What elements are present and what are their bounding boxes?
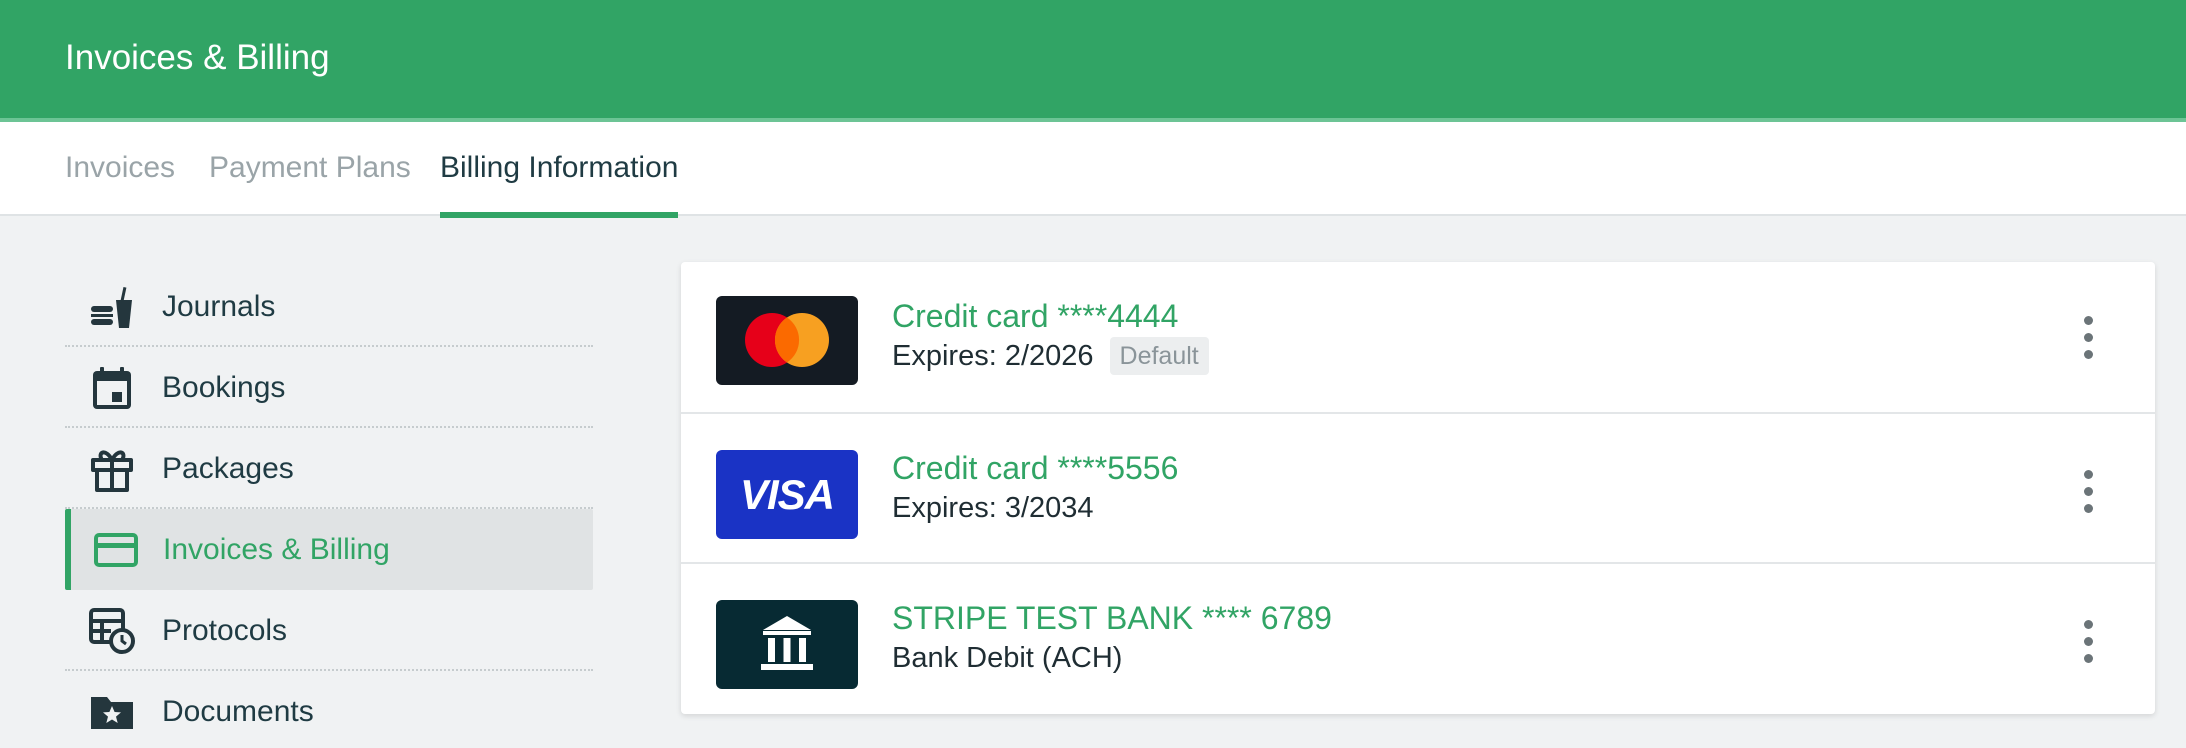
table-clock-icon <box>89 608 135 654</box>
folder-star-icon <box>91 697 133 729</box>
page-title: Invoices & Billing <box>65 38 330 77</box>
food-drink-icon <box>91 286 132 328</box>
sidebar-nav: Journals Bookings Packages Invoices & Bi… <box>65 266 593 748</box>
tab-billing-information[interactable]: Billing Information <box>440 148 679 218</box>
sidebar-item-label: Protocols <box>162 614 288 647</box>
gift-icon <box>91 450 133 492</box>
more-options-icon[interactable] <box>2076 470 2100 514</box>
more-options-icon[interactable] <box>2076 316 2100 360</box>
sidebar-item-label: Packages <box>162 452 294 485</box>
tab-payment-plans[interactable]: Payment Plans <box>209 148 411 188</box>
payment-method-detail: Expires: 2/2026 Default <box>892 337 1209 375</box>
sidebar-item-journals[interactable]: Journals <box>65 266 593 347</box>
sidebar-item-documents[interactable]: Documents <box>65 671 593 748</box>
payment-method-name[interactable]: Credit card ****4444 <box>892 296 1178 336</box>
mastercard-logo <box>716 296 858 385</box>
payment-methods-list: Credit card ****4444 Expires: 2/2026 Defa… <box>681 262 2155 714</box>
sidebar-item-packages[interactable]: Packages <box>65 428 593 509</box>
sidebar-item-invoices-billing[interactable]: Invoices & Billing <box>65 509 593 590</box>
sidebar-item-label: Documents <box>162 695 314 728</box>
visa-logo-text: VISA <box>739 470 835 518</box>
payment-method-name[interactable]: Credit card ****5556 <box>892 448 1178 488</box>
visa-logo: VISA <box>716 450 858 539</box>
payment-method-row[interactable]: VISA Credit card ****5556 Expires: 3/203… <box>681 412 2155 562</box>
sidebar-item-label: Bookings <box>162 371 286 404</box>
credit-card-icon <box>94 533 138 567</box>
payment-method-name[interactable]: STRIPE TEST BANK **** 6789 <box>892 598 1332 638</box>
bank-icon <box>716 600 858 689</box>
default-badge: Default <box>1109 337 1209 375</box>
expiry-text: Expires: 3/2034 <box>892 492 1094 524</box>
payment-method-row[interactable]: STRIPE TEST BANK **** 6789 Bank Debit (A… <box>681 562 2155 712</box>
app-header: Invoices & Billing <box>0 0 2186 122</box>
expiry-text: Expires: 2/2026 <box>892 340 1094 372</box>
calendar-icon <box>93 367 131 409</box>
sidebar-item-label: Journals <box>162 290 276 323</box>
sidebar-item-bookings[interactable]: Bookings <box>65 347 593 428</box>
more-options-icon[interactable] <box>2076 620 2100 664</box>
sidebar-item-protocols[interactable]: Protocols <box>65 590 593 671</box>
payment-method-row[interactable]: Credit card ****4444 Expires: 2/2026 Defa… <box>681 262 2155 412</box>
tab-invoices[interactable]: Invoices <box>65 148 175 188</box>
tab-bar: Invoices Payment Plans Billing Informati… <box>0 122 2186 218</box>
account-type-text: Bank Debit (ACH) <box>892 642 1123 674</box>
sidebar-item-label: Invoices & Billing <box>163 533 390 566</box>
